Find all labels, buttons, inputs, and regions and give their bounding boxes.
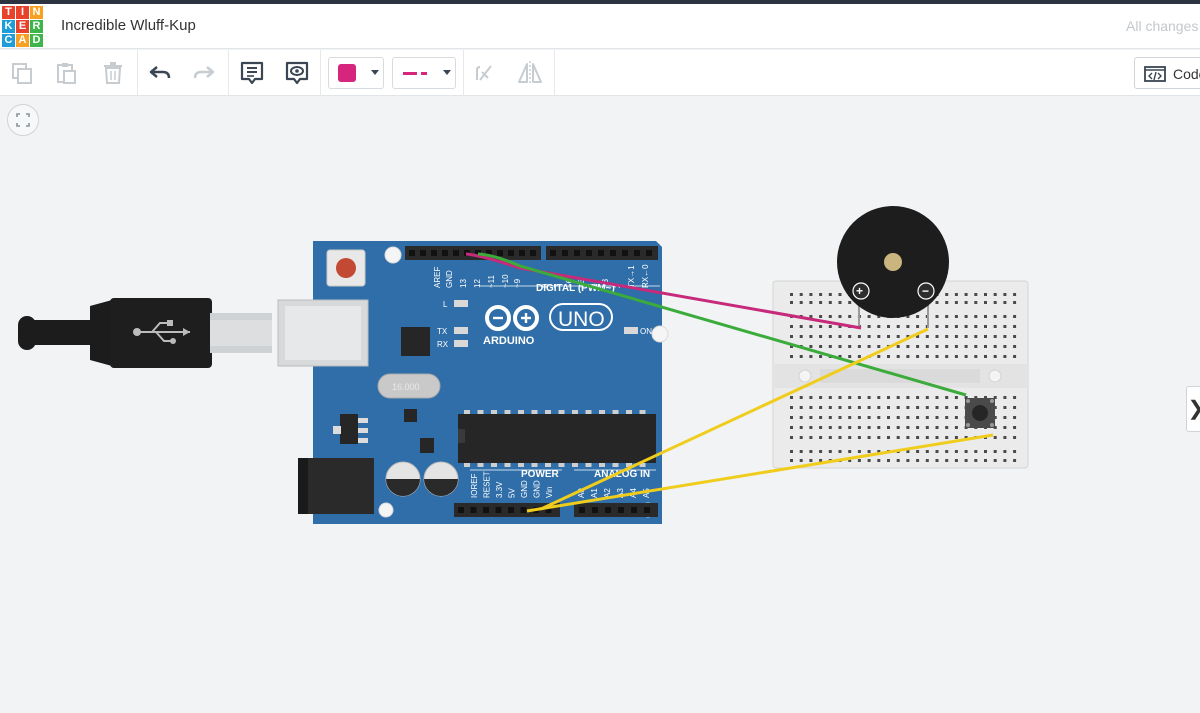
digital-pin-label: 12 [473, 279, 482, 288]
microcontroller-chip [458, 414, 656, 463]
digital-pin-label: RX←0 [641, 264, 650, 288]
capacitor [423, 461, 459, 497]
toolbar-divider [228, 50, 229, 96]
wire-color-swatch [338, 64, 356, 82]
power-pin-label: RESET [483, 471, 492, 498]
digital-pin-label: ~9 [513, 278, 522, 288]
led-label-rx: RX [437, 340, 449, 349]
tinkercad-logo[interactable]: TIN KER CAD [2, 6, 44, 48]
power-pin-label: GND [533, 480, 542, 498]
toolbar-divider [320, 50, 321, 96]
power-pin-label: Vin [545, 487, 554, 498]
digital-pin-label: 13 [459, 279, 468, 288]
brand-label: ARDUINO [483, 335, 535, 347]
logo-letter: C [2, 34, 15, 47]
led-label-l: L [443, 300, 448, 309]
chevron-down-icon [443, 70, 451, 75]
circuit-canvas[interactable]: AREFGND1312~11~10~987~6~54~32TX→1RX←0 DI… [0, 96, 1200, 713]
code-button[interactable]: Code [1134, 57, 1200, 89]
chevron-down-icon [371, 70, 379, 75]
power-label: POWER [521, 469, 560, 480]
analog-pin-label: A1 [590, 488, 599, 498]
notes-icon[interactable] [236, 57, 268, 89]
app-header: TIN KER CAD Incredible Wluff-Kup All chang… [0, 4, 1200, 49]
project-title[interactable]: Incredible Wluff-Kup [61, 17, 196, 34]
power-pin-label: GND [520, 480, 529, 498]
wire-type-icon [403, 72, 427, 75]
pushbutton[interactable] [965, 398, 995, 428]
power-pin-label: IOREF [470, 473, 479, 498]
digital-pin-label: AREF [433, 267, 442, 288]
model-label: UNO [558, 308, 605, 331]
led-label-tx: TX [437, 327, 448, 336]
wire-color-dropdown[interactable] [328, 57, 384, 89]
power-pin-label: 5V [508, 488, 517, 498]
toolbar-divider [463, 50, 464, 96]
flip-icon[interactable] [468, 57, 500, 89]
paste-icon[interactable] [50, 57, 82, 89]
usb-cable[interactable] [18, 298, 272, 368]
logo-letter: R [30, 20, 43, 33]
digital-pin-label: GND [445, 270, 454, 288]
undo-icon[interactable] [144, 57, 176, 89]
open-panel-tab[interactable]: ❯ [1186, 386, 1200, 432]
redo-icon[interactable] [188, 57, 220, 89]
code-button-label: Code [1173, 66, 1200, 82]
buzzer-plus-label: + [856, 284, 863, 298]
logo-letter: I [16, 6, 29, 19]
digital-pin-label: TX→1 [627, 265, 636, 288]
buzzer-minus-label: − [922, 284, 929, 298]
capacitor [385, 461, 421, 497]
wire-type-dropdown[interactable] [392, 57, 456, 89]
delete-icon[interactable] [97, 57, 129, 89]
fit-view-button[interactable] [7, 104, 39, 136]
on-label: ON [640, 327, 652, 336]
toolbar: Code [0, 50, 1200, 96]
logo-letter: T [2, 6, 15, 19]
copy-icon[interactable] [6, 57, 38, 89]
logo-letter: K [2, 20, 15, 33]
mirror-icon[interactable] [514, 57, 546, 89]
logo-letter: E [16, 20, 29, 33]
view-icon[interactable] [281, 57, 313, 89]
code-icon [1144, 66, 1166, 87]
power-pin-label: 3.3V [495, 481, 504, 498]
logo-letter: N [30, 6, 43, 19]
save-status: All changes [1126, 18, 1199, 34]
power-header[interactable] [454, 503, 560, 517]
logo-letter: A [16, 34, 29, 47]
logo-letter: D [30, 34, 43, 47]
crystal-label: 16.000 [392, 382, 420, 392]
toolbar-divider [554, 50, 555, 96]
toolbar-divider [137, 50, 138, 96]
